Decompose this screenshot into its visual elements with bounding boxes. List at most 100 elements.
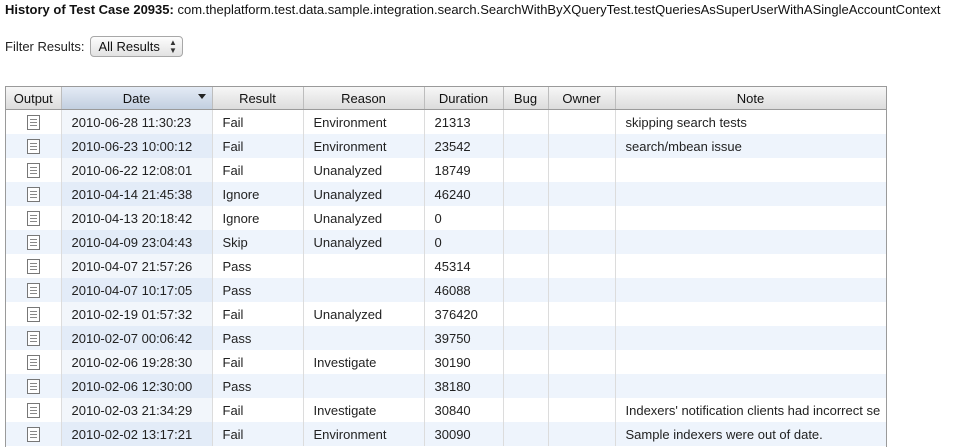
table-row[interactable]: 2010-04-07 10:17:05 Pass 46088 [6,278,886,302]
row-reason: Environment [303,422,425,446]
row-result: Fail [212,109,304,134]
output-log-icon[interactable] [26,355,40,371]
row-owner [548,302,616,326]
row-output[interactable] [6,182,62,206]
row-owner [548,230,616,254]
row-output[interactable] [6,230,62,254]
row-output[interactable] [6,374,62,398]
row-reason [303,374,425,398]
row-date: 2010-04-07 21:57:26 [61,254,213,278]
column-header-bug[interactable]: Bug [503,87,549,110]
table-row[interactable]: 2010-02-07 00:06:42 Pass 39750 [6,326,886,350]
table-row[interactable]: 2010-02-03 21:34:29 Fail Investigate 30840 I… [6,398,886,422]
table-row[interactable]: 2010-06-22 12:08:01 Fail Unanalyzed 18749 [6,158,886,182]
row-output[interactable] [6,278,62,302]
table-row[interactable]: 2010-04-07 21:57:26 Pass 45314 [6,254,886,278]
row-date: 2010-06-22 12:08:01 [61,158,213,182]
row-owner [548,350,616,374]
output-log-icon[interactable] [26,379,40,395]
row-owner [548,398,616,422]
row-output[interactable] [6,302,62,326]
table-row[interactable]: 2010-02-06 12:30:00 Pass 38180 [6,374,886,398]
table-row[interactable]: 2010-06-23 10:00:12 Fail Environment 23542 s… [6,134,886,158]
row-reason: Unanalyzed [303,302,425,326]
row-note [615,182,886,206]
column-header-reason[interactable]: Reason [303,87,425,110]
page-title-test-name: com.theplatform.test.data.sample.integra… [177,2,941,17]
filter-results-select[interactable]: All Results ▲ ▼ [90,36,183,57]
output-log-icon[interactable] [26,211,40,227]
page-title-prefix: History of Test Case 20935: [5,2,174,17]
output-log-icon[interactable] [26,139,40,155]
table-row[interactable]: 2010-04-14 21:45:38 Ignore Unanalyzed 46240 [6,182,886,206]
table-row[interactable]: 2010-02-02 13:17:21 Fail Environment 30090 S… [6,422,886,446]
table-row[interactable]: 2010-06-28 11:30:23 Fail Environment 21313 s… [6,109,886,134]
row-reason: Investigate [303,398,425,422]
row-note [615,278,886,302]
row-duration: 18749 [424,158,504,182]
row-output[interactable] [6,254,62,278]
output-log-icon[interactable] [26,259,40,275]
output-log-icon[interactable] [26,283,40,299]
column-header-date[interactable]: Date [61,87,213,110]
output-log-icon[interactable] [26,115,40,131]
filter-selected-value: All Results [98,39,160,54]
row-duration: 21313 [424,109,504,134]
column-header-result[interactable]: Result [212,87,304,110]
table-row[interactable]: 2010-04-13 20:18:42 Ignore Unanalyzed 0 [6,206,886,230]
table-header-row: Output Date Result Reason Duration Bug O… [6,87,886,110]
row-output[interactable] [6,158,62,182]
output-log-icon[interactable] [26,331,40,347]
row-bug [503,134,549,158]
row-bug [503,182,549,206]
output-log-icon[interactable] [26,307,40,323]
row-output[interactable] [6,326,62,350]
row-note [615,374,886,398]
row-duration: 376420 [424,302,504,326]
table-row[interactable]: 2010-02-06 19:28:30 Fail Investigate 30190 [6,350,886,374]
sort-descending-icon [197,94,206,99]
row-duration: 0 [424,230,504,254]
row-reason: Environment [303,134,425,158]
row-output[interactable] [6,398,62,422]
row-output[interactable] [6,350,62,374]
row-duration: 46088 [424,278,504,302]
row-result: Fail [212,158,304,182]
row-note: skipping search tests [615,109,886,134]
row-output[interactable] [6,422,62,446]
row-output[interactable] [6,206,62,230]
column-header-note[interactable]: Note [615,87,886,110]
row-output[interactable] [6,134,62,158]
table-row[interactable]: 2010-04-09 23:04:43 Skip Unanalyzed 0 [6,230,886,254]
row-duration: 30840 [424,398,504,422]
row-result: Skip [212,230,304,254]
row-result: Pass [212,278,304,302]
output-log-icon[interactable] [26,235,40,251]
row-note [615,158,886,182]
row-note: search/mbean issue [615,134,886,158]
row-date: 2010-04-09 23:04:43 [61,230,213,254]
output-log-icon[interactable] [26,403,40,419]
row-owner [548,254,616,278]
row-reason: Unanalyzed [303,206,425,230]
output-log-icon[interactable] [26,163,40,179]
row-owner [548,182,616,206]
row-note: Sample indexers were out of date. [615,422,886,446]
row-output[interactable] [6,109,62,134]
row-bug [503,374,549,398]
row-note: Indexers' notification clients had incor… [615,398,886,422]
row-result: Fail [212,134,304,158]
row-bug [503,158,549,182]
column-header-output[interactable]: Output [6,87,62,110]
row-owner [548,134,616,158]
row-bug [503,230,549,254]
column-header-owner[interactable]: Owner [548,87,616,110]
output-log-icon[interactable] [26,427,40,443]
row-duration: 38180 [424,374,504,398]
output-log-icon[interactable] [26,187,40,203]
row-date: 2010-04-13 20:18:42 [61,206,213,230]
row-date: 2010-02-06 19:28:30 [61,350,213,374]
row-bug [503,398,549,422]
table-row[interactable]: 2010-02-19 01:57:32 Fail Unanalyzed 376420 [6,302,886,326]
column-header-duration[interactable]: Duration [424,87,504,110]
